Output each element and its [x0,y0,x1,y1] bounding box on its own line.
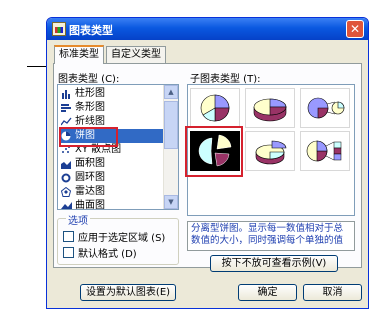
list-item-label: 曲面图 [75,200,105,209]
chart-wizard-icon [52,22,66,36]
preview-sample-button[interactable]: 按下不放可查看示例(V) [210,255,338,272]
default-format-label[interactable]: 默认格式 (D) [78,245,137,260]
subtype-bar-of-pie[interactable] [300,131,350,171]
subtype-3d-exploded-pie[interactable] [245,131,295,171]
tab-custom-types[interactable]: 自定义类型 [106,46,166,63]
bar-of-pie-subtype-icon [306,140,342,162]
close-button[interactable]: ✕ [346,20,364,38]
list-item-label: 条形图 [75,102,105,113]
list-item-label: 雷达图 [75,186,105,197]
pie-chart-icon [61,131,71,141]
3d-exploded-pie-subtype-icon [255,140,287,165]
pie-of-pie-subtype-icon [307,97,345,119]
list-item-area[interactable]: 面积图 [59,157,165,171]
list-item-label: 面积图 [75,158,105,169]
chart-type-listbox[interactable]: 柱形图 条形图 折线图 饼图 XY 散点图 面积图 圆环图 雷达图 曲面图 ▲ … [57,84,179,210]
scroll-up-button[interactable]: ▲ [164,85,178,99]
list-item-pie[interactable]: 饼图 [59,129,165,143]
column-chart-icon [62,90,70,99]
exploded-pie-subtype-icon [192,133,238,169]
scroll-thumb[interactable] [164,101,178,149]
background-rule [27,66,47,67]
scroll-down-button[interactable]: ▼ [164,195,178,209]
tab-standard-types[interactable]: 标准类型 [54,45,104,64]
title-bar[interactable]: 图表类型 ✕ [47,18,368,40]
listbox-scrollbar[interactable]: ▲ ▼ [163,85,178,209]
options-group-title: 选项 [66,212,90,227]
subtype-description: 分离型饼图。显示每一数值相对于总数值的大小，同时强调每个单独的值 [187,221,355,251]
scatter-chart-icon [62,146,70,153]
apply-to-selection-checkbox[interactable] [63,231,74,242]
list-item-label: 饼图 [75,130,95,141]
list-item-label: 折线图 [75,116,105,127]
surface-chart-icon [61,202,72,209]
list-item-scatter[interactable]: XY 散点图 [59,143,165,157]
list-item-radar[interactable]: 雷达图 [59,185,165,199]
cancel-button[interactable]: 取消 [303,284,362,301]
list-item-surface[interactable]: 曲面图 [59,199,165,209]
subtype-3d-pie[interactable] [245,88,295,128]
list-item-label: XY 散点图 [75,144,122,155]
subtype-pie[interactable] [190,88,240,128]
area-chart-icon [61,161,71,169]
chart-type-label: 图表类型 (C): [58,74,120,85]
apply-to-selection-label[interactable]: 应用于选定区域 (S) [78,229,165,244]
3d-pie-subtype-icon [253,98,287,122]
subtype-exploded-pie[interactable] [190,131,240,171]
list-item-doughnut[interactable]: 圆环图 [59,171,165,185]
list-item-label: 圆环图 [75,172,105,183]
set-default-chart-button[interactable]: 设置为默认图表(E) [80,284,176,301]
doughnut-chart-icon [61,173,71,183]
bar-chart-icon [61,104,71,112]
list-item-column[interactable]: 柱形图 [59,87,165,101]
subtype-grid [187,84,355,216]
list-item-line[interactable]: 折线图 [59,115,165,129]
chart-type-dialog: 图表类型 ✕ 标准类型 自定义类型 图表类型 (C): 子图表类型 (T): 柱… [46,17,369,309]
default-format-checkbox[interactable] [63,247,74,258]
ok-button[interactable]: 确定 [238,284,297,301]
line-chart-icon [61,117,72,126]
subtype-pie-of-pie[interactable] [300,88,350,128]
options-group: 选项 应用于选定区域 (S) 默认格式 (D) [57,212,179,265]
pie-subtype-icon [200,94,230,122]
list-item-label: 柱形图 [75,88,105,99]
list-item-bar[interactable]: 条形图 [59,101,165,115]
window-title: 图表类型 [69,24,113,37]
subtype-label: 子图表类型 (T): [190,74,261,85]
radar-chart-icon [61,187,72,197]
